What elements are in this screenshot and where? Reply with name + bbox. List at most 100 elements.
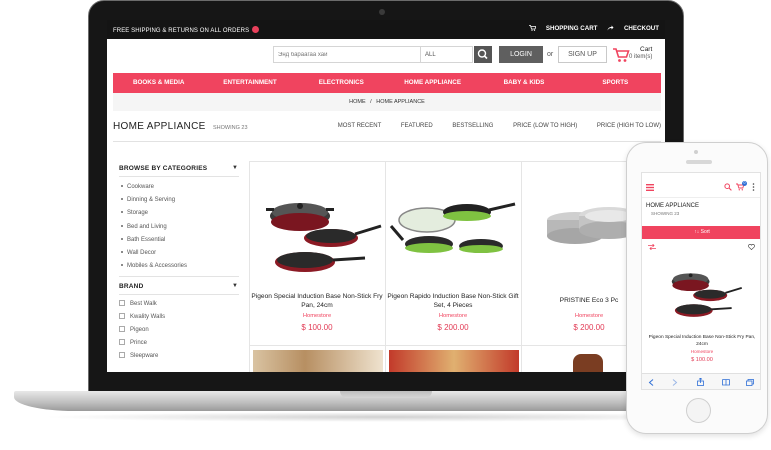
brand-checkbox-best-walk[interactable]: Best Walk [119, 300, 157, 307]
category-item-mobiles[interactable]: Mobiles & Accessories [121, 263, 187, 269]
info-badge[interactable] [252, 26, 260, 33]
cart-icon [529, 25, 537, 31]
checkout-label: CHECKOUT [623, 25, 659, 32]
header-divider [113, 141, 661, 142]
dots-icon[interactable] [752, 183, 755, 191]
shopping-cart-link[interactable]: SHOPPING CART [529, 25, 599, 32]
nav-item-sports[interactable]: SPORTS [570, 73, 661, 93]
brand-checkbox-sleepware[interactable]: Sleepware [119, 352, 158, 359]
mobile-results-count: SHOWING 23 [651, 211, 680, 216]
cart-items-count: 0 item(s) [629, 54, 653, 60]
checkbox[interactable] [119, 326, 125, 332]
category-item-dinning-serving[interactable]: Dinning & Serving [121, 197, 175, 203]
main-nav: BOOKS & MEDIA ENTERTAINMENT ELECTRONICS … [113, 73, 661, 93]
signup-button[interactable]: SIGN UP [558, 46, 607, 63]
nav-item-baby-kids[interactable]: BABY & KIDS [478, 73, 569, 93]
shipping-text: FREE SHIPPING & RETURNS ON ALL ORDERS [113, 28, 250, 34]
checkbox[interactable] [119, 313, 125, 319]
compare-icon[interactable] [648, 244, 656, 250]
brand-label: Prince [130, 340, 148, 346]
top-bar: FREE SHIPPING & RETURNS ON ALL ORDERS SH… [107, 20, 665, 39]
product-name[interactable]: Pigeon Special Induction Base Non-Stick … [250, 292, 384, 310]
product-image-gift-set[interactable] [389, 176, 519, 286]
checkbox[interactable] [119, 339, 125, 345]
sidebar-divider [119, 294, 239, 295]
shopping-cart-label: SHOPPING CART [545, 25, 598, 32]
search-button[interactable] [474, 46, 492, 63]
mobile-product-name[interactable]: Pigeon Special Induction Base Non-Stick … [644, 335, 760, 348]
grid-line [521, 161, 522, 372]
search-input[interactable] [273, 46, 421, 63]
bookmarks-icon[interactable] [722, 379, 730, 386]
sort-bestselling[interactable]: BESTSELLING [452, 123, 493, 129]
mobile-header-divider [642, 197, 760, 198]
tabs-icon[interactable] [746, 379, 754, 386]
nav-item-electronics[interactable]: ELECTRONICS [296, 73, 387, 93]
caret-down-icon[interactable]: ▼ [232, 165, 238, 171]
grid-line [249, 161, 659, 162]
checkbox[interactable] [119, 352, 125, 358]
category-item-cookware[interactable]: Cookware [121, 184, 154, 190]
desktop-screen: FREE SHIPPING & RETURNS ON ALL ORDERS SH… [107, 20, 665, 372]
sort-price-high-low[interactable]: PRICE (HIGH TO LOW) [597, 123, 661, 129]
breadcrumb-home[interactable]: HOME [349, 99, 366, 105]
grid-line [385, 161, 386, 372]
product-thumbnail[interactable] [573, 354, 603, 372]
checkbox[interactable] [119, 300, 125, 306]
nav-item-home-appliance[interactable]: HOME APPLIANCE [387, 73, 478, 93]
grid-line [249, 345, 659, 346]
heart-icon[interactable] [748, 244, 755, 250]
category-item-storage[interactable]: Storage [121, 210, 148, 216]
brand-checkbox-kwality-walls[interactable]: Kwality Walls [119, 313, 165, 320]
brand-checkbox-prince[interactable]: Prince [119, 339, 147, 346]
mobile-product-image[interactable] [661, 253, 743, 329]
checkout-link[interactable]: CHECKOUT [607, 25, 659, 32]
cart-badge: 0 [742, 181, 747, 186]
product-image-fry-pan-set[interactable] [253, 176, 383, 286]
mobile-product-store: Homestore [690, 349, 714, 354]
product-price: $ 100.00 [301, 323, 333, 332]
search-icon[interactable] [724, 183, 732, 191]
grid-line [249, 161, 250, 372]
product-store: Homestore [302, 313, 332, 319]
login-button[interactable]: LOGIN [499, 46, 543, 63]
nav-item-entertainment[interactable]: ENTERTAINMENT [204, 73, 295, 93]
mobile-page-title: HOME APPLIANCE [646, 203, 700, 209]
breadcrumb: HOME / HOME APPLIANCE [113, 93, 661, 111]
cart-label: Cart [640, 46, 653, 53]
share-icon[interactable] [697, 378, 704, 386]
brand-label: Pigeon [130, 327, 149, 333]
nav-item-books-media[interactable]: BOOKS & MEDIA [113, 73, 204, 93]
product-thumbnail[interactable] [253, 350, 383, 372]
or-text: or [547, 51, 554, 58]
top-links: SHOPPING CART CHECKOUT [521, 25, 659, 32]
product-name[interactable]: Pigeon Rapido Induction Base Non-Stick G… [386, 292, 520, 310]
search-icon [477, 49, 488, 60]
sort-price-low-high[interactable]: PRICE (LOW TO HIGH) [513, 123, 577, 129]
laptop-camera [379, 9, 385, 15]
breadcrumb-separator: / [370, 99, 372, 105]
product-thumbnail[interactable] [389, 350, 519, 372]
breadcrumb-current: HOME APPLIANCE [376, 99, 425, 105]
category-item-bed-living[interactable]: Bed and Living [121, 224, 167, 230]
menu-icon[interactable] [646, 184, 654, 191]
phone-camera [694, 150, 698, 154]
forward-icon[interactable] [672, 379, 678, 386]
category-select[interactable]: ALL [421, 46, 473, 63]
shipping-notice: FREE SHIPPING & RETURNS ON ALL ORDERS [113, 26, 260, 34]
sort-featured[interactable]: FEATURED [401, 123, 433, 129]
back-icon[interactable] [648, 379, 654, 386]
category-item-wall-decor[interactable]: Wall Decor [121, 250, 156, 256]
browser-toolbar [642, 373, 760, 389]
caret-down-icon[interactable]: ▼ [232, 283, 238, 289]
brand-label: Best Walk [130, 301, 157, 307]
brand-title[interactable]: BRAND [119, 283, 143, 290]
brand-checkbox-pigeon[interactable]: Pigeon [119, 326, 149, 333]
results-count: SHOWING 23 [213, 125, 248, 131]
categories-title[interactable]: BROWSE BY CATEGORIES [119, 165, 207, 172]
cart-icon[interactable] [612, 47, 630, 63]
sort-most-recent[interactable]: MOST RECENT [338, 123, 381, 129]
phone-home-button[interactable] [686, 398, 711, 423]
category-item-bath-essential[interactable]: Bath Essential [121, 237, 165, 243]
mobile-sort-button[interactable]: ↑↓ Sort [642, 226, 760, 239]
